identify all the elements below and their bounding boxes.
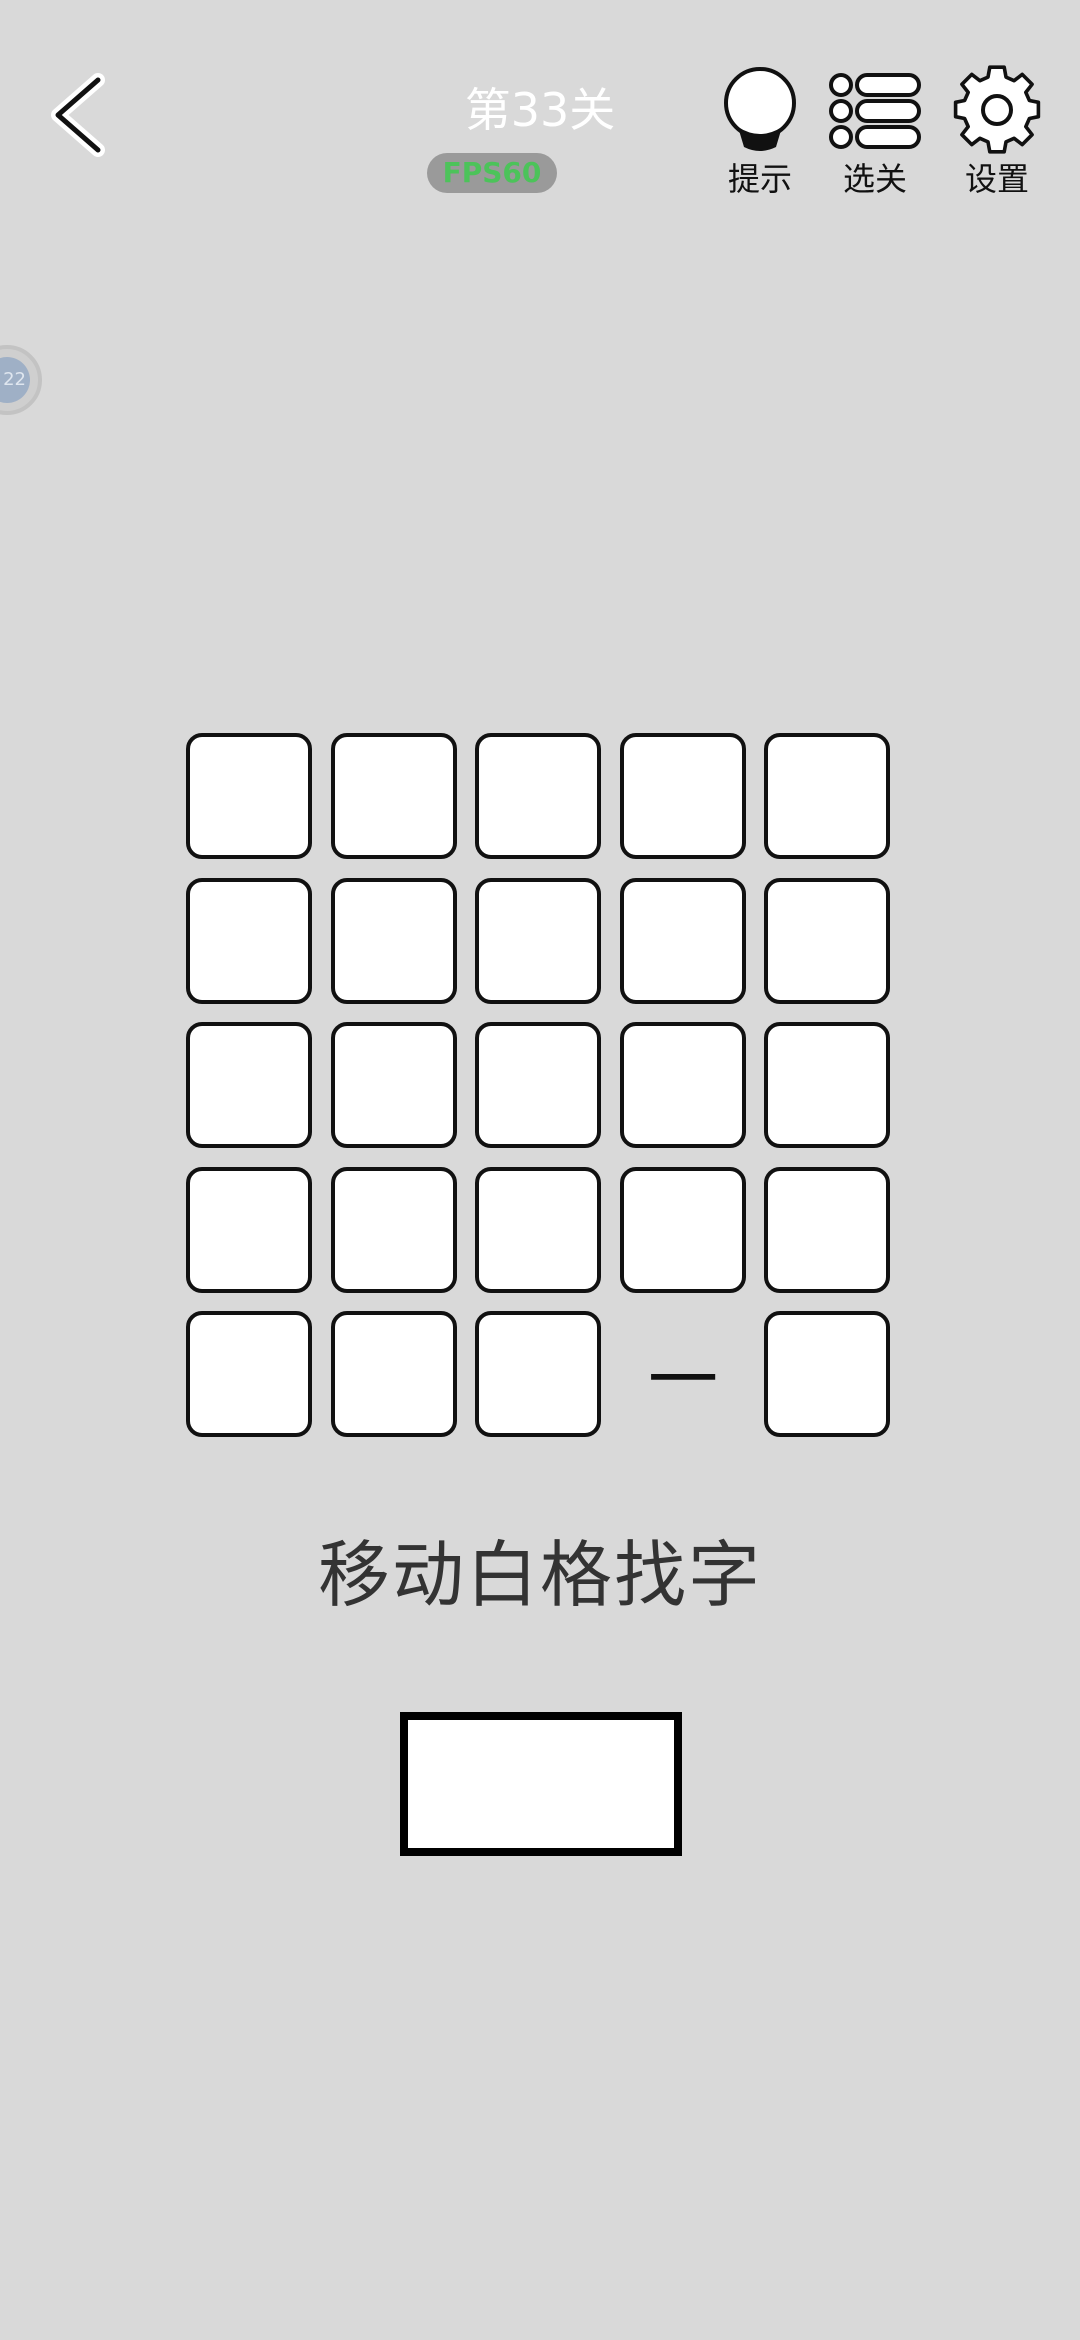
list-icon: [829, 73, 921, 149]
puzzle-tile[interactable]: [620, 733, 746, 859]
puzzle-tile[interactable]: [186, 733, 312, 859]
settings-button[interactable]: 设置: [937, 65, 1057, 198]
puzzle-tile[interactable]: [475, 733, 601, 859]
hint-label: 提示: [727, 160, 792, 198]
back-button[interactable]: [40, 70, 120, 160]
level-title: 第33关: [464, 83, 616, 137]
puzzle-tile[interactable]: [764, 878, 890, 1004]
puzzle-tile[interactable]: [764, 1167, 890, 1293]
puzzle-tile[interactable]: [475, 1311, 601, 1437]
answer-box[interactable]: [400, 1712, 682, 1856]
level-select-button[interactable]: 选关: [815, 65, 935, 198]
puzzle-tile[interactable]: [331, 1167, 457, 1293]
puzzle-grid: 一: [186, 733, 894, 1441]
puzzle-tile[interactable]: [620, 878, 746, 1004]
puzzle-tile[interactable]: [331, 733, 457, 859]
puzzle-tile[interactable]: [475, 1167, 601, 1293]
floating-assist-button[interactable]: 22: [0, 345, 42, 415]
floating-assist-label: 22: [0, 357, 30, 403]
puzzle-tile[interactable]: [331, 1311, 457, 1437]
fps-badge: FPS60: [427, 153, 557, 193]
puzzle-tile[interactable]: [186, 1022, 312, 1148]
puzzle-tile[interactable]: [620, 1022, 746, 1148]
puzzle-tile[interactable]: [620, 1167, 746, 1293]
puzzle-tile[interactable]: [331, 878, 457, 1004]
puzzle-tile[interactable]: [764, 1022, 890, 1148]
puzzle-tile[interactable]: [475, 1022, 601, 1148]
puzzle-tile[interactable]: [764, 1311, 890, 1437]
puzzle-tile[interactable]: [475, 878, 601, 1004]
puzzle-tile[interactable]: 一: [620, 1311, 746, 1437]
chevron-left-icon: [51, 73, 105, 157]
puzzle-tile[interactable]: [186, 878, 312, 1004]
level-select-label: 选关: [842, 160, 907, 198]
puzzle-tile[interactable]: [764, 733, 890, 859]
settings-label: 设置: [964, 160, 1029, 198]
puzzle-tile[interactable]: [186, 1311, 312, 1437]
lightbulb-icon: [724, 67, 796, 151]
puzzle-tile[interactable]: [186, 1167, 312, 1293]
instruction-text: 移动白格找字: [317, 1533, 762, 1617]
hint-button[interactable]: 提示: [700, 65, 820, 198]
gear-icon: [953, 65, 1041, 154]
puzzle-tile[interactable]: [331, 1022, 457, 1148]
